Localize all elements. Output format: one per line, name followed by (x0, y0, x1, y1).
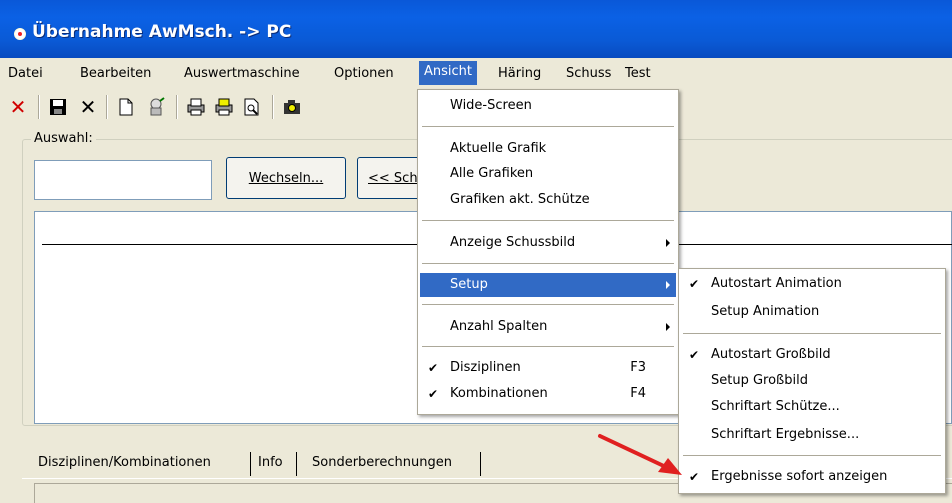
camera-icon[interactable] (280, 95, 304, 119)
tab-info[interactable]: Info (252, 448, 289, 478)
checkmark-icon: ✔ (689, 277, 700, 291)
ansicht-menu: Wide-Screen Aktuelle Grafik Alle Grafike… (417, 89, 679, 415)
menu-item-label: Ergebnisse sofort anzeigen (711, 469, 888, 484)
menu-item-label: Schriftart Schütze... (711, 399, 840, 414)
menu-ansicht[interactable]: Ansicht (419, 61, 478, 85)
wizard-icon[interactable] (144, 95, 168, 119)
menu-item-label: Anzahl Spalten (450, 319, 548, 334)
submenu-item-schriftart-ergebnisse[interactable]: Schriftart Ergebnisse... (681, 423, 943, 447)
submenu-arrow-icon (666, 239, 670, 247)
annotation-arrow-icon (598, 434, 682, 475)
menu-item-aktuelle-grafik[interactable]: Aktuelle Grafik (420, 137, 676, 161)
menu-item-anzeige-schussbild[interactable]: Anzeige Schussbild (420, 231, 676, 255)
menu-item-label: Grafiken akt. Schütze (450, 192, 590, 207)
selection-group-label: Auswahl: (31, 131, 96, 146)
toolbar-separator (272, 95, 274, 119)
submenu-item-autostart-grossbild[interactable]: ✔ Autostart Großbild (681, 343, 943, 367)
menu-item-label: Setup (450, 277, 488, 292)
tab-separator (480, 452, 481, 476)
menu-item-disziplinen[interactable]: ✔ Disziplinen F3 (420, 356, 676, 380)
new-doc-icon[interactable] (114, 95, 138, 119)
print-setup-icon[interactable] (212, 95, 236, 119)
checkmark-icon: ✔ (689, 348, 700, 362)
menu-item-label: Setup Großbild (711, 373, 808, 388)
print-icon[interactable] (184, 95, 208, 119)
menu-shortcut: F4 (630, 386, 646, 401)
menu-schuss[interactable]: Schuss (562, 65, 615, 85)
menu-haering[interactable]: Häring (494, 65, 545, 85)
submenu-item-setup-animation[interactable]: Setup Animation (681, 300, 943, 324)
menu-separator (683, 455, 941, 456)
menu-separator (422, 304, 674, 305)
menu-item-wide-screen[interactable]: Wide-Screen (420, 94, 676, 118)
submenu-item-autostart-animation[interactable]: ✔ Autostart Animation (681, 272, 943, 296)
submenu-arrow-icon (666, 281, 670, 289)
menu-item-label: Setup Animation (711, 304, 820, 319)
title-bar: Übernahme AwMsch. -> PC (0, 0, 952, 58)
setup-submenu: ✔ Autostart Animation Setup Animation ✔ Au… (678, 268, 946, 494)
checkmark-icon: ✔ (428, 361, 439, 375)
change-button[interactable]: Wechseln... (226, 157, 346, 199)
change-button-label: Wechseln... (248, 170, 324, 186)
delete-icon[interactable]: ✕ (76, 95, 100, 119)
menu-item-label: Alle Grafiken (450, 166, 534, 181)
menu-separator (683, 333, 941, 334)
menu-item-label: Anzeige Schussbild (450, 235, 576, 250)
save-icon[interactable] (46, 95, 70, 119)
toolbar-separator (106, 95, 108, 119)
menu-separator (422, 346, 674, 347)
menu-item-label: Aktuelle Grafik (450, 141, 547, 156)
submenu-arrow-icon (666, 323, 670, 331)
tab-disziplinen[interactable]: Disziplinen/Kombinationen (32, 448, 217, 478)
menu-auswertmaschine[interactable]: Auswertmaschine (180, 65, 304, 85)
menu-item-alle-grafiken[interactable]: Alle Grafiken (420, 162, 676, 186)
menu-item-label: Disziplinen (450, 360, 521, 375)
menu-datei[interactable]: Datei (4, 65, 47, 85)
menu-item-label: Kombinationen (450, 386, 548, 401)
menu-separator (422, 220, 674, 221)
print-preview-icon[interactable] (240, 95, 264, 119)
close-red-icon[interactable]: ✕ (6, 95, 30, 119)
menu-separator (422, 263, 674, 264)
selection-input[interactable] (34, 160, 212, 200)
menu-bearbeiten[interactable]: Bearbeiten (76, 65, 155, 85)
submenu-item-schriftart-schuetze[interactable]: Schriftart Schütze... (681, 395, 943, 419)
menu-item-label: Schriftart Ergebnisse... (711, 427, 860, 442)
window-title: Übernahme AwMsch. -> PC (32, 22, 292, 42)
checkmark-icon: ✔ (689, 470, 700, 484)
menu-item-label: Autostart Animation (711, 276, 842, 291)
checkmark-icon: ✔ (428, 387, 439, 401)
toolbar-separator (38, 95, 40, 119)
menu-test[interactable]: Test (621, 65, 655, 85)
app-icon (14, 28, 26, 40)
back-button-label: << Sch (368, 170, 418, 186)
menu-shortcut: F3 (630, 360, 646, 375)
tab-sonderberechnungen[interactable]: Sonderberechnungen (306, 448, 458, 478)
submenu-item-setup-grossbild[interactable]: Setup Großbild (681, 369, 943, 393)
tab-separator (250, 452, 251, 476)
menu-item-label: Autostart Großbild (711, 347, 831, 362)
toolbar-separator (176, 95, 178, 119)
menu-item-kombinationen[interactable]: ✔ Kombinationen F4 (420, 382, 676, 406)
menu-optionen[interactable]: Optionen (330, 65, 398, 85)
menu-item-setup[interactable]: Setup (420, 273, 676, 297)
menu-separator (422, 126, 674, 127)
submenu-item-ergebnisse-sofort-anzeigen[interactable]: ✔ Ergebnisse sofort anzeigen (681, 465, 943, 489)
menu-item-grafiken-akt-schuetze[interactable]: Grafiken akt. Schütze (420, 188, 676, 212)
tab-separator (296, 452, 297, 476)
menu-bar: Datei Bearbeiten Auswertmaschine Optione… (0, 58, 952, 89)
menu-item-anzahl-spalten[interactable]: Anzahl Spalten (420, 315, 676, 339)
menu-item-label: Wide-Screen (450, 98, 532, 113)
